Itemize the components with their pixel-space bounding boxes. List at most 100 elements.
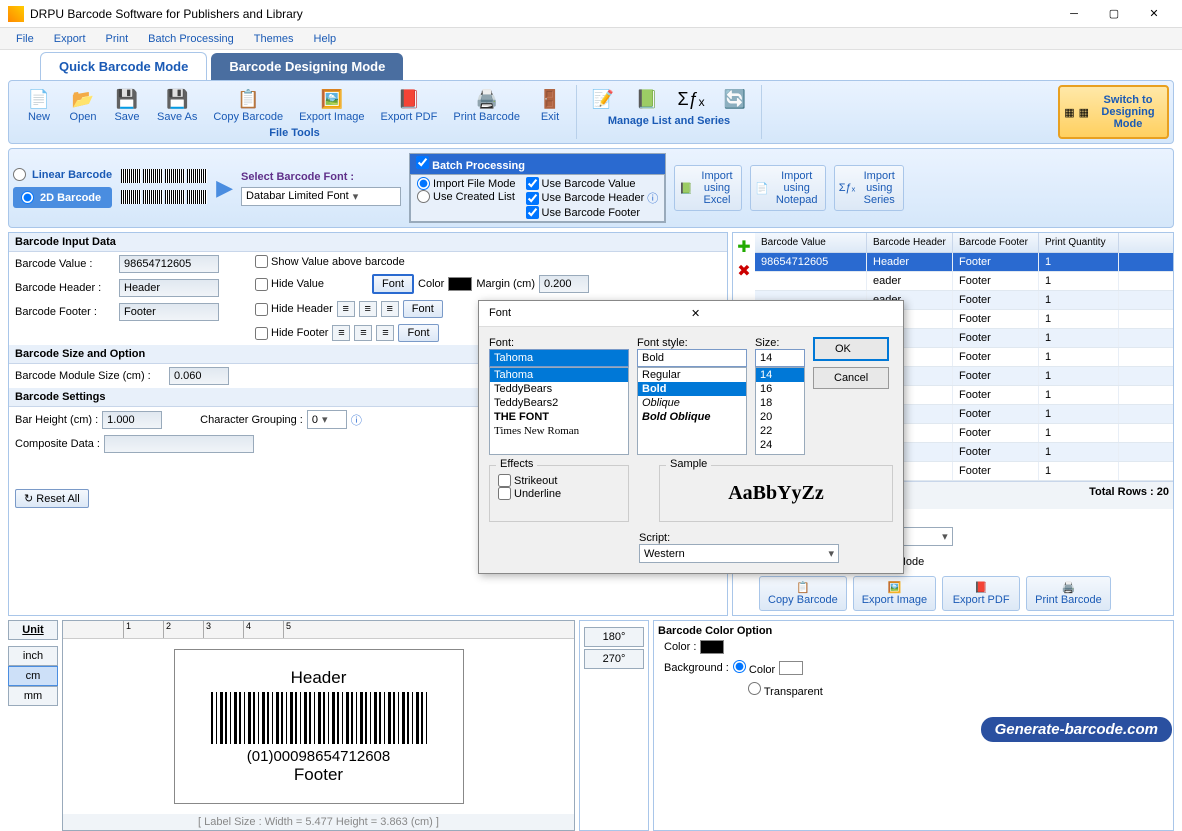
manage-edit-button[interactable]: 📝 [581, 85, 625, 113]
footer-align-right-button[interactable]: ≡ [376, 325, 394, 341]
export-image-btn2[interactable]: 🖼️Export Image [853, 576, 936, 611]
barcode-color-swatch[interactable] [700, 640, 724, 654]
font-style-input[interactable]: Bold [637, 349, 747, 367]
menu-batch[interactable]: Batch Processing [138, 31, 244, 47]
add-row-button[interactable]: ✚ [735, 237, 753, 257]
table-row[interactable]: eaderFooter1 [755, 272, 1173, 291]
barcode-header-input[interactable] [119, 279, 219, 297]
composite-data-input[interactable] [104, 435, 254, 453]
barcode-font-combo[interactable]: Databar Limited Font▾ [241, 187, 401, 206]
barcode-footer-input[interactable] [119, 303, 219, 321]
show-above-check[interactable]: Show Value above barcode [255, 255, 405, 268]
maximize-button[interactable]: ▢ [1094, 2, 1134, 26]
hide-value-check[interactable]: Hide Value [255, 278, 324, 291]
close-button[interactable]: ✕ [1134, 2, 1174, 26]
dialog-title: Font [489, 307, 685, 320]
delete-row-button[interactable]: ✖ [735, 261, 753, 281]
switch-mode-button[interactable]: ▦ ▦ Switch to Designing Mode [1058, 85, 1169, 139]
image-icon: 🖼️ [888, 581, 902, 594]
manage-refresh-button[interactable]: 🔄 [713, 85, 757, 113]
value-color-swatch[interactable] [448, 277, 472, 291]
import-series-button[interactable]: ΣƒₓImport using Series [834, 165, 905, 211]
2d-barcode-radio[interactable]: 2D Barcode [13, 187, 112, 208]
import-notepad-button[interactable]: 📄Import using Notepad [750, 165, 826, 211]
exit-button[interactable]: 🚪Exit [528, 85, 572, 125]
manage-fx-button[interactable]: Σƒₓ [669, 85, 713, 113]
menubar: File Export Print Batch Processing Theme… [0, 28, 1182, 50]
footer-align-center-button[interactable]: ≡ [354, 325, 372, 341]
use-created-radio[interactable]: Use Created List [417, 190, 516, 203]
bg-color-swatch[interactable] [779, 661, 803, 675]
save-as-button[interactable]: 💾Save As [149, 85, 205, 125]
style-list[interactable]: Regular Bold Oblique Bold Oblique [637, 367, 747, 455]
font-list[interactable]: Tahoma TeddyBears TeddyBears2 THE FONT T… [489, 367, 629, 455]
bg-color-radio[interactable]: Color [733, 660, 775, 676]
unit-mm-button[interactable]: mm [8, 686, 58, 706]
export-pdf-button[interactable]: 📕Export PDF [373, 85, 446, 125]
label-size-status: [ Label Size : Width = 5.477 Height = 3.… [63, 814, 574, 830]
barcode-value-input[interactable] [119, 255, 219, 273]
copy-barcode-btn2[interactable]: 📋Copy Barcode [759, 576, 847, 611]
tab-quick-mode[interactable]: Quick Barcode Mode [40, 52, 207, 80]
table-row[interactable]: 98654712605HeaderFooter1 [755, 253, 1173, 272]
hide-header-check[interactable]: Hide Header [255, 303, 333, 316]
underline-check[interactable]: Underline [498, 487, 620, 500]
copy-barcode-button[interactable]: 📋Copy Barcode [205, 85, 291, 125]
cancel-button[interactable]: Cancel [813, 367, 889, 389]
reset-all-button[interactable]: ↻ Reset All [15, 489, 89, 508]
new-icon: 📄 [25, 87, 53, 111]
export-image-button[interactable]: 🖼️Export Image [291, 85, 372, 125]
import-file-radio[interactable]: Import File Mode [417, 177, 516, 190]
import-excel-button[interactable]: 📗Import using Excel [674, 165, 742, 211]
save-button[interactable]: 💾Save [105, 85, 149, 125]
use-footer-check[interactable]: Use Barcode Footer [526, 206, 659, 219]
open-button[interactable]: 📂Open [61, 85, 105, 125]
align-right-button[interactable]: ≡ [381, 301, 399, 317]
unit-cm-button[interactable]: cm [8, 666, 58, 686]
print-barcode-btn2[interactable]: 🖨️Print Barcode [1026, 576, 1111, 611]
menu-export[interactable]: Export [44, 31, 96, 47]
unit-inch-button[interactable]: inch [8, 646, 58, 666]
minimize-button[interactable]: ─ [1054, 2, 1094, 26]
char-group-combo[interactable]: 0▾ [307, 410, 347, 429]
orientation-panel: 180° 270° [579, 620, 649, 831]
ok-button[interactable]: OK [813, 337, 889, 361]
footer-align-left-button[interactable]: ≡ [332, 325, 350, 341]
font-size-input[interactable]: 14 [755, 349, 805, 367]
use-value-check[interactable]: Use Barcode Value [526, 177, 659, 190]
new-button[interactable]: 📄New [17, 85, 61, 125]
value-font-button[interactable]: Font [372, 274, 414, 294]
margin-input[interactable] [539, 275, 589, 293]
image-icon: 🖼️ [318, 87, 346, 111]
size-list[interactable]: 14 16 18 20 22 24 26 [755, 367, 805, 455]
menu-print[interactable]: Print [96, 31, 139, 47]
orient-180-button[interactable]: 180° [584, 627, 644, 647]
script-combo[interactable]: Western▾ [639, 544, 839, 563]
orient-270-button[interactable]: 270° [584, 649, 644, 669]
header-font-button[interactable]: Font [403, 300, 443, 318]
menu-themes[interactable]: Themes [244, 31, 304, 47]
footer-font-button[interactable]: Font [398, 324, 438, 342]
batch-processing-check[interactable] [416, 156, 429, 169]
bg-transparent-radio[interactable]: Transparent [748, 682, 823, 698]
titlebar: DRPU Barcode Software for Publishers and… [0, 0, 1182, 28]
strikeout-check[interactable]: Strikeout [498, 474, 620, 487]
export-pdf-btn2[interactable]: 📕Export PDF [942, 576, 1020, 611]
help-icon[interactable]: ⓘ [351, 412, 362, 428]
copy-icon: 📋 [796, 581, 810, 594]
manage-export-button[interactable]: 📗 [625, 85, 669, 113]
align-center-button[interactable]: ≡ [359, 301, 377, 317]
print-barcode-button[interactable]: 🖨️Print Barcode [445, 85, 528, 125]
menu-file[interactable]: File [6, 31, 44, 47]
linear-barcode-radio[interactable]: Linear Barcode [13, 168, 112, 181]
bar-height-input[interactable] [102, 411, 162, 429]
align-left-button[interactable]: ≡ [337, 301, 355, 317]
hide-footer-check[interactable]: Hide Footer [255, 327, 328, 340]
use-header-check[interactable]: Use Barcode Header ⓘ [526, 190, 659, 206]
module-size-input[interactable] [169, 367, 229, 385]
help-icon[interactable]: ⓘ [647, 190, 658, 206]
font-name-input[interactable]: Tahoma [489, 349, 629, 367]
menu-help[interactable]: Help [304, 31, 347, 47]
dialog-close-button[interactable]: ✕ [685, 307, 893, 320]
tab-designing-mode[interactable]: Barcode Designing Mode [211, 53, 403, 80]
